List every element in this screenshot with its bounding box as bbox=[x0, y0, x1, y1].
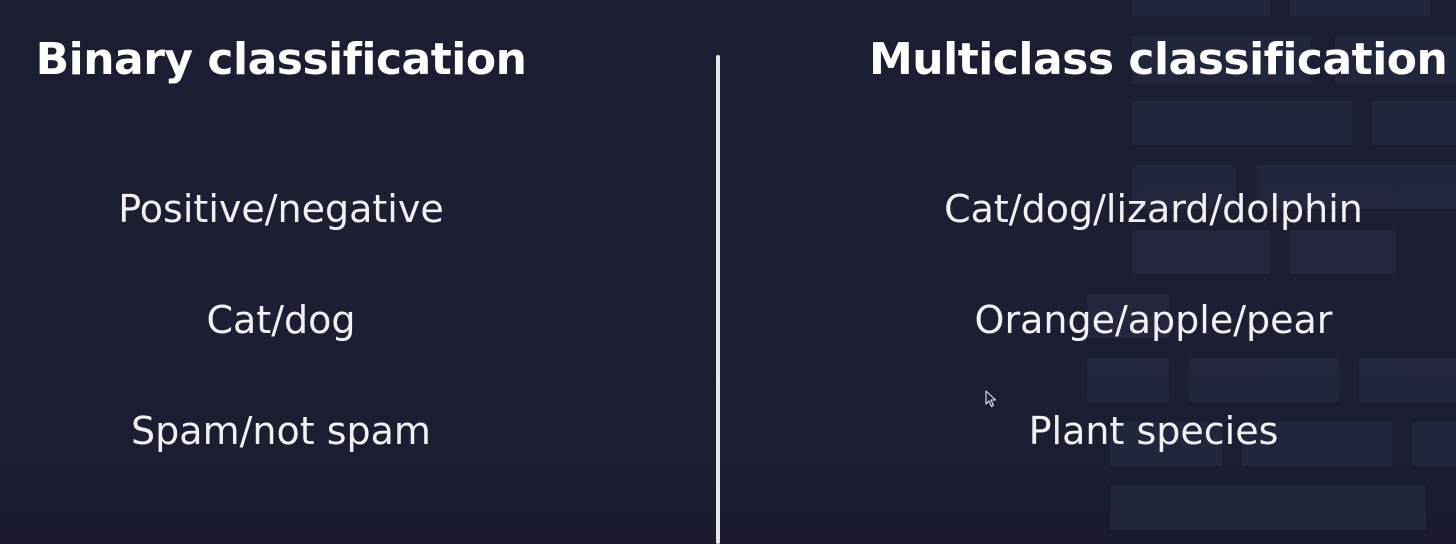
multiclass-example-item: Orange/apple/pear bbox=[974, 298, 1333, 342]
mouse-pointer-icon bbox=[985, 390, 997, 408]
multiclass-classification-column: Multiclass classification Cat/dog/lizard… bbox=[869, 0, 1448, 544]
binary-classification-column: Binary classification Positive/negative … bbox=[0, 0, 562, 544]
multiclass-classification-title: Multiclass classification bbox=[869, 34, 1448, 85]
binary-example-item: Spam/not spam bbox=[131, 409, 431, 453]
multiclass-example-item: Plant species bbox=[1028, 409, 1279, 453]
binary-example-item: Cat/dog bbox=[206, 298, 356, 342]
multiclass-example-item: Cat/dog/lizard/dolphin bbox=[944, 187, 1363, 231]
column-divider bbox=[716, 55, 720, 544]
binary-classification-title: Binary classification bbox=[35, 34, 527, 85]
binary-example-item: Positive/negative bbox=[118, 187, 444, 231]
